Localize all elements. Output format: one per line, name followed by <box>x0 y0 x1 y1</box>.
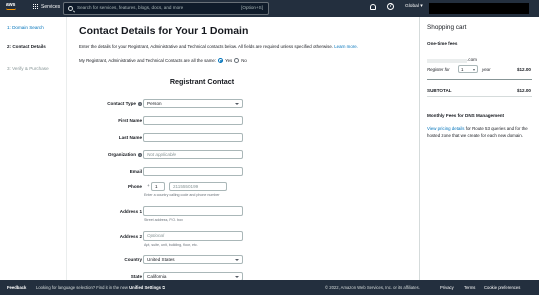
wizard-steps-nav: 1: Domain Search 2: Contact Details 3: V… <box>0 17 67 280</box>
page-title: Contact Details for Your 1 Domain <box>79 25 249 37</box>
address2-placeholder: Optional <box>147 233 165 238</box>
terms-link[interactable]: Terms <box>464 285 475 290</box>
one-time-fees-heading: One-time fees <box>427 41 458 46</box>
language-notice: Looking for language selection? Find it … <box>36 285 165 290</box>
privacy-link[interactable]: Privacy <box>440 285 454 290</box>
shopping-cart-panel: Shopping cart One-time fees .com Registe… <box>419 17 539 280</box>
contact-type-select[interactable]: Person <box>143 99 243 108</box>
external-link-icon: ⧉ <box>162 285 166 290</box>
copyright-text: © 2022, Amazon Web Services, Inc. or its… <box>325 285 420 290</box>
search-placeholder: Search for services, features, blogs, do… <box>77 5 184 10</box>
same-contacts-label: My Registrant, Administrative and Techni… <box>79 58 217 63</box>
help-icon[interactable]: ? <box>387 3 394 10</box>
info-icon[interactable]: i <box>138 152 142 157</box>
monthly-fees-heading: Monthly Fees for DNS Management <box>427 113 505 118</box>
unified-settings-link[interactable]: Unified Settings <box>129 285 161 290</box>
main-content: Contact Details for Your 1 Domain Enter … <box>67 17 419 281</box>
feedback-button[interactable]: Feedback <box>7 285 26 290</box>
address1-help-text: Street address, P.O. box <box>144 218 183 222</box>
divider <box>427 79 532 80</box>
top-navigation-bar: aws Services Search for services, featur… <box>0 0 539 17</box>
phone-help-text: Enter a country calling code and phone n… <box>144 193 220 197</box>
no-radio[interactable] <box>234 58 240 63</box>
domain-name-redacted <box>427 59 467 63</box>
years-value: 1 <box>461 67 464 72</box>
account-menu-redacted[interactable] <box>429 3 529 14</box>
chevron-down-icon <box>235 103 239 105</box>
intro-body: Enter the details for your Registrant, A… <box>79 44 333 49</box>
step-contact-details: 2: Contact Details <box>7 44 46 49</box>
aws-logo[interactable]: aws <box>6 3 22 14</box>
pricing-details-text: View pricing details for Route 53 querie… <box>427 125 533 139</box>
step-verify-purchase: 3: Verify & Purchase <box>7 66 49 71</box>
view-pricing-details-link[interactable]: View pricing details <box>427 126 465 131</box>
phone-plus-sign: + <box>147 183 150 188</box>
organization-label-text: Organization <box>107 152 136 157</box>
country-value: United States <box>147 257 175 262</box>
contact-type-label: Contact Type i <box>107 101 142 106</box>
first-name-field[interactable] <box>143 116 243 125</box>
region-selector[interactable]: Global ▾ <box>405 4 423 9</box>
phone-number-placeholder: 2115550199 <box>173 184 199 189</box>
country-select[interactable]: United States <box>143 255 243 264</box>
first-name-label: First Name <box>118 118 142 123</box>
aws-smile-icon <box>6 8 16 10</box>
organization-field[interactable]: Not applicable <box>143 150 243 159</box>
phone-label: Phone <box>127 184 142 189</box>
divider <box>427 96 532 97</box>
services-menu-button[interactable]: Services <box>33 4 60 10</box>
state-value: California <box>147 274 167 279</box>
grid-icon <box>33 4 39 10</box>
services-label: Services <box>41 4 61 10</box>
years-select[interactable]: 1 <box>458 65 478 73</box>
yes-radio[interactable] <box>218 58 224 63</box>
search-icon <box>68 6 73 11</box>
address2-help-text: Apt, suite, unit, building, floor, etc. <box>144 243 198 247</box>
phone-country-code-field[interactable]: 1 <box>151 182 165 191</box>
language-notice-text: Looking for language selection? Find it … <box>36 285 128 290</box>
organization-placeholder: Not applicable <box>147 152 177 157</box>
phone-country-code-value: 1 <box>155 184 158 189</box>
no-label: No <box>241 58 247 63</box>
search-shortcut: [Option+S] <box>241 5 263 10</box>
state-label: State <box>130 274 142 279</box>
bell-icon[interactable] <box>370 4 376 10</box>
cookie-preferences-link[interactable]: Cookie preferences <box>484 285 520 290</box>
email-field[interactable] <box>143 167 243 176</box>
info-icon[interactable]: i <box>138 101 142 106</box>
country-label: Country <box>124 257 142 262</box>
last-name-field[interactable] <box>143 133 243 142</box>
chevron-down-icon <box>473 69 475 71</box>
step-domain-search[interactable]: 1: Domain Search <box>7 25 44 30</box>
contact-type-value: Person <box>147 101 162 106</box>
address1-field[interactable] <box>143 206 243 216</box>
registrant-contact-heading: Registrant Contact <box>169 77 235 86</box>
yes-label: Yes <box>225 58 233 63</box>
email-label: Email <box>129 169 142 174</box>
contact-type-label-text: Contact Type <box>107 101 136 106</box>
address1-label: Address 1 <box>119 209 142 214</box>
domain-suffix: .com <box>467 57 477 62</box>
chevron-down-icon <box>235 259 239 261</box>
learn-more-link[interactable]: Learn more. <box>334 44 358 49</box>
address2-label: Address 2 <box>119 234 142 239</box>
address2-field[interactable]: Optional <box>143 231 243 241</box>
intro-text: Enter the details for your Registrant, A… <box>79 44 358 49</box>
chevron-down-icon <box>235 276 239 278</box>
subtotal-value: $12.00 <box>516 88 531 93</box>
search-input[interactable]: Search for services, features, blogs, do… <box>63 2 269 15</box>
register-for-label: Register for <box>427 67 450 72</box>
same-contacts-question: My Registrant, Administrative and Techni… <box>79 58 247 63</box>
year-label: year <box>482 67 491 72</box>
last-name-label: Last Name <box>118 135 142 140</box>
organization-label: Organization i <box>108 152 142 157</box>
footer-bar: Feedback Looking for language selection?… <box>0 280 539 295</box>
domain-price: $12.00 <box>516 67 531 72</box>
aws-logo-text: aws <box>6 2 16 8</box>
phone-number-field[interactable]: 2115550199 <box>169 182 227 191</box>
subtotal-label: SUBTOTAL <box>427 88 452 93</box>
shopping-cart-heading: Shopping cart <box>427 24 467 31</box>
